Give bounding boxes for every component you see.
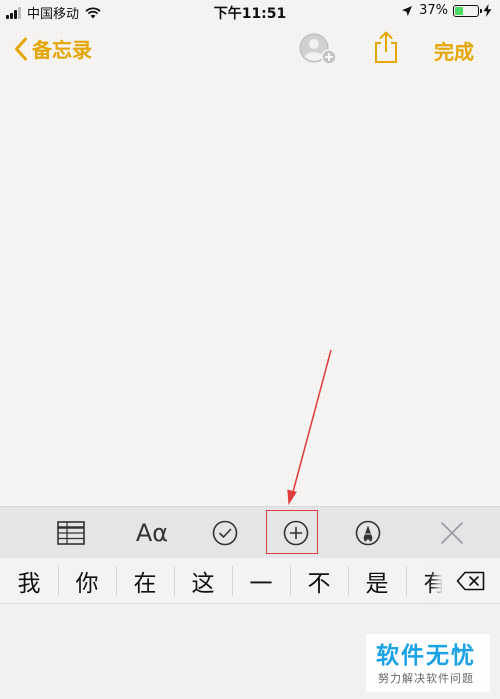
candidate-item[interactable]: 你 [58, 558, 116, 603]
battery-percent: 37% [419, 3, 448, 18]
checkmark-circle-icon [212, 520, 238, 546]
back-button-label: 备忘录 [32, 38, 92, 62]
candidate-separator [232, 566, 233, 596]
formatting-toolbar: Aα [0, 506, 500, 558]
candidate-item[interactable]: 在 [116, 558, 174, 603]
status-bar: 中国移动 下午11:51 37% [0, 0, 500, 24]
watermark: 软件无忧 努力解决软件问题 [366, 634, 490, 692]
candidate-item[interactable]: 一 [232, 558, 290, 603]
candidate-item[interactable]: 是 [348, 558, 406, 603]
candidate-item[interactable]: 不 [290, 558, 348, 603]
candidate-separator [348, 566, 349, 596]
table-button[interactable] [56, 519, 86, 547]
candidate-bar: 我你在这一不是有 [0, 558, 500, 604]
markup-button[interactable] [354, 519, 382, 547]
text-format-button[interactable]: Aα [130, 519, 174, 547]
candidate-separator [174, 566, 175, 596]
navigation-bar: 备忘录 完成 [0, 24, 500, 74]
candidate-item[interactable]: 我 [0, 558, 58, 603]
location-arrow-icon [402, 5, 413, 16]
charging-bolt-icon [483, 4, 492, 17]
candidate-separator [290, 566, 291, 596]
table-icon [57, 521, 85, 545]
candidate-separator [58, 566, 59, 596]
notes-screen: 中国移动 下午11:51 37% 备忘录 完成 Aα 我 你 在 这 一 不 是… [0, 0, 500, 699]
add-people-icon[interactable] [298, 32, 338, 66]
back-button[interactable]: 备忘录 [14, 34, 92, 63]
status-right: 37% [401, 3, 492, 18]
candidate-separator [116, 566, 117, 596]
battery-icon [453, 4, 482, 17]
note-body[interactable] [0, 74, 500, 506]
candidate-item[interactable]: 这 [174, 558, 232, 603]
delete-button[interactable] [442, 558, 500, 603]
watermark-subtitle: 努力解决软件问题 [378, 672, 474, 685]
close-icon [441, 522, 463, 544]
close-toolbar-button[interactable] [439, 519, 465, 547]
share-icon[interactable] [372, 30, 400, 64]
watermark-title: 软件无忧 [376, 643, 476, 669]
checklist-button[interactable] [211, 519, 239, 547]
backspace-icon [456, 571, 485, 591]
battery-level [455, 6, 463, 15]
annotation-highlight-box [266, 510, 318, 554]
chevron-left-icon [15, 37, 27, 60]
candidate-separator [406, 566, 407, 596]
done-button[interactable]: 完成 [434, 36, 474, 65]
pen-circle-icon [355, 520, 381, 546]
